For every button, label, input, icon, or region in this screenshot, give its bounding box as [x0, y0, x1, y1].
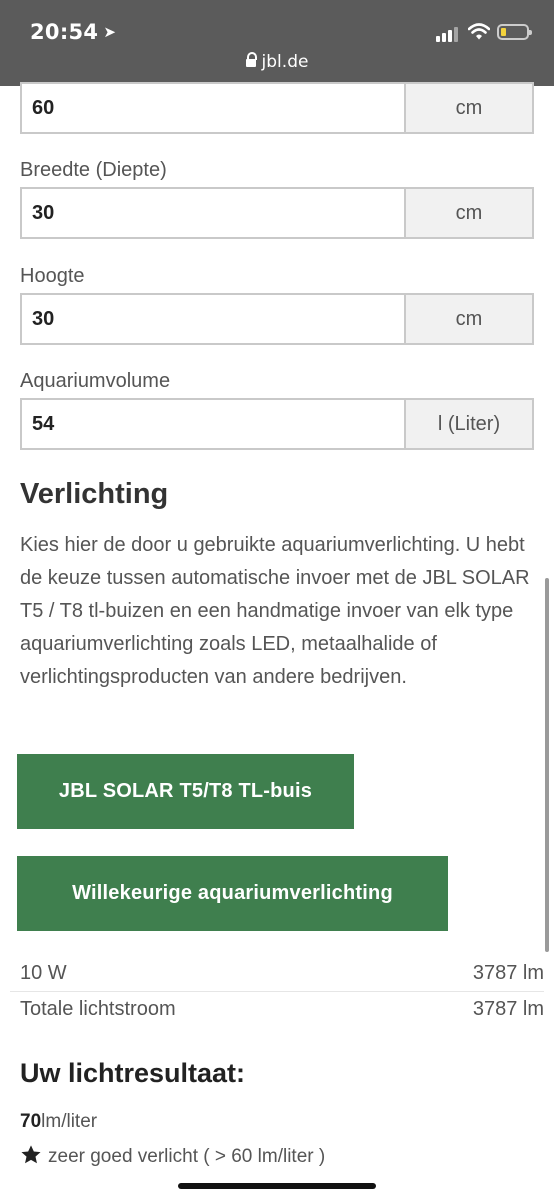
rating: zeer goed verlicht ( > 60 lm/liter ) — [20, 1144, 325, 1168]
total-flux-label: Totale lichtstroom — [20, 998, 176, 1020]
scrollbar[interactable] — [545, 578, 549, 952]
star-icon — [21, 1145, 41, 1164]
volume-unit: l (Liter) — [404, 398, 534, 450]
height-field: cm — [20, 293, 534, 345]
height-label: Hoogte — [20, 265, 85, 287]
battery-icon — [497, 24, 532, 40]
result-title: Uw lichtresultaat: — [20, 1058, 246, 1088]
width-field: cm — [20, 187, 534, 239]
jbl-solar-tl-button[interactable]: JBL SOLAR T5/T8 TL-buis — [17, 754, 354, 829]
volume-field: l (Liter) — [20, 398, 534, 450]
lumen-per-liter-unit: lm/liter — [41, 1111, 98, 1132]
total-flux-value: 3787 lm — [472, 998, 544, 1020]
width-unit: cm — [404, 187, 534, 239]
length-unit: cm — [404, 82, 534, 134]
wattage-value: 3787 lm — [472, 962, 544, 984]
lumen-per-liter: 70lm/liter — [20, 1111, 97, 1133]
width-label: Breedte (Diepte) — [20, 159, 167, 181]
volume-input[interactable] — [20, 398, 406, 450]
location-arrow-icon: ➤ — [103, 23, 117, 41]
home-indicator[interactable] — [178, 1183, 376, 1189]
length-input[interactable] — [20, 82, 406, 134]
lighting-description: Kies hier de door u gebruikte aquariumve… — [20, 534, 530, 688]
rating-text: zeer goed verlicht ( > 60 lm/liter ) — [48, 1146, 326, 1167]
width-input[interactable] — [20, 187, 406, 239]
volume-label: Aquariumvolume — [20, 370, 171, 392]
address-bar[interactable]: jbl.de — [0, 52, 554, 72]
length-field: cm — [20, 82, 534, 134]
status-time: 20:54 ➤ — [30, 20, 117, 44]
wattage-row: 10 W 3787 lm — [10, 960, 544, 990]
height-unit: cm — [404, 293, 534, 345]
wattage-label: 10 W — [20, 962, 67, 984]
cellular-signal-icon — [436, 26, 462, 42]
lighting-title: Verlichting — [20, 478, 169, 510]
lock-icon — [245, 52, 257, 67]
wifi-icon — [468, 23, 490, 40]
custom-lighting-button[interactable]: Willekeurige aquariumverlichting — [17, 856, 448, 931]
height-input[interactable] — [20, 293, 406, 345]
status-bar: 20:54 ➤ jbl.de — [0, 0, 554, 86]
lumen-per-liter-value: 70 — [20, 1111, 42, 1132]
row-divider — [10, 991, 544, 992]
total-flux-row: Totale lichtstroom 3787 lm — [10, 996, 544, 1026]
